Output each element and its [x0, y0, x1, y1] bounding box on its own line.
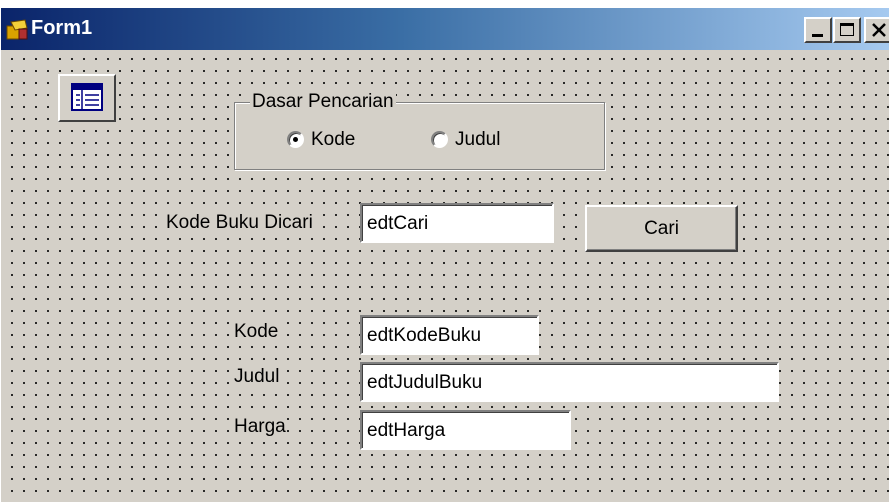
radio-selected-dot [293, 137, 298, 142]
search-basis-groupbox[interactable]: Dasar Pencarian Kode Judul [234, 91, 605, 170]
harga-label: Harga [234, 416, 286, 438]
kode-buku-input[interactable]: edtKodeBuku [360, 315, 539, 355]
radio-kode-label[interactable]: Kode [311, 129, 355, 151]
radio-judul-circle[interactable] [431, 131, 448, 148]
groupbox-caption: Dasar Pencarian [250, 91, 396, 113]
judul-label: Judul [234, 366, 280, 388]
judul-buku-input[interactable]: edtJudulBuku [360, 362, 779, 402]
search-button[interactable]: Cari [585, 205, 738, 252]
maximize-button[interactable] [833, 17, 861, 43]
minimize-button[interactable] [804, 17, 832, 43]
minimize-icon [812, 34, 823, 37]
close-icon [872, 23, 886, 37]
search-input[interactable]: edtCari [360, 203, 554, 243]
table-component-icon[interactable] [58, 74, 116, 122]
maximize-icon [840, 23, 854, 36]
form-window: Form1 Dasar Pencarian Kode Judul Kode Bu… [0, 8, 889, 502]
form-design-surface[interactable]: Dasar Pencarian Kode Judul Kode Buku Dic… [3, 50, 889, 502]
title-bar[interactable]: Form1 [1, 8, 889, 50]
radio-kode-circle[interactable] [287, 131, 304, 148]
window-title: Form1 [31, 17, 93, 39]
close-button[interactable] [864, 17, 889, 43]
search-label: Kode Buku Dicari [166, 212, 313, 234]
delphi-form-icon[interactable] [5, 18, 29, 42]
radio-judul-label[interactable]: Judul [455, 129, 500, 151]
harga-input[interactable]: edtHarga [360, 410, 571, 450]
kode-label: Kode [234, 321, 279, 343]
